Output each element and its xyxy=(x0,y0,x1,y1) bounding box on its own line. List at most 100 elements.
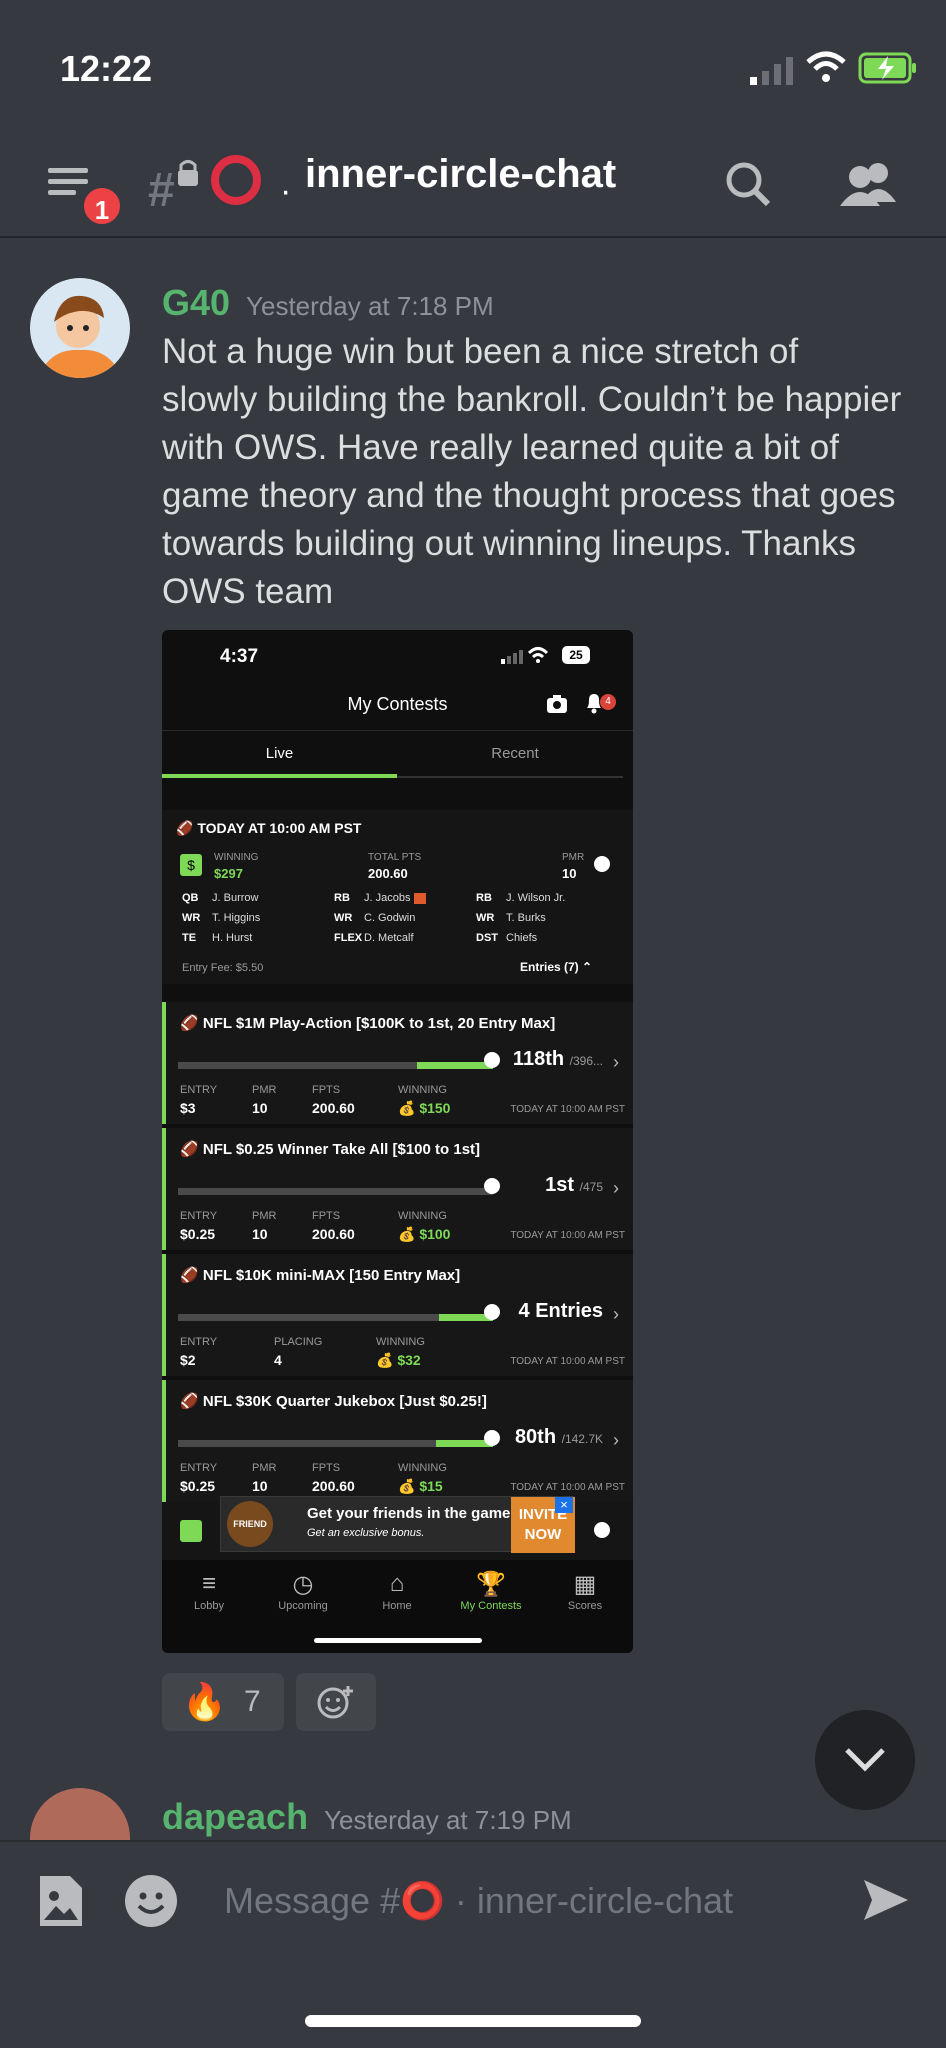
pmr-value: 10 xyxy=(562,866,577,881)
avatar[interactable] xyxy=(30,1788,130,1840)
lobby-icon: ≡ xyxy=(201,1570,216,1597)
roster-slot: WR T. Burks xyxy=(476,912,546,924)
stat-label: WINNING xyxy=(398,1210,447,1222)
contest-card[interactable]: 🏈 NFL $30K Quarter Jukebox [Just $0.25!]… xyxy=(162,1380,633,1502)
image-attachment[interactable]: 4:37 25 My Contests 4 Live Recent 🏈 TODA… xyxy=(162,630,633,1653)
channel-title[interactable]: inner-circle-chat xyxy=(305,152,616,197)
ad-headline: Get your friends in the game. xyxy=(307,1505,515,1522)
nav-my-contests[interactable]: 🏆 My Contests xyxy=(444,1570,538,1612)
roster-slot: FLEX D. Metcalf xyxy=(334,932,414,944)
dot-separator: · xyxy=(280,172,292,210)
nav-home[interactable]: ⌂ Home xyxy=(350,1570,444,1612)
status-time: 12:22 xyxy=(60,48,153,89)
members-icon[interactable] xyxy=(838,158,902,214)
tab-recent[interactable]: Recent xyxy=(397,745,633,762)
ad-banner[interactable]: FRIEND Get your friends in the game. Get… xyxy=(220,1496,575,1553)
status-bar: 12:22 xyxy=(0,0,946,140)
nav-upcoming[interactable]: ◷ Upcoming xyxy=(256,1570,350,1612)
fire-emoji: 🔥 xyxy=(182,1681,227,1722)
contest-name: 🏈 NFL $1M Play-Action [$100K to 1st, 20 … xyxy=(180,1015,556,1032)
attachment-time: 4:37 xyxy=(220,646,259,667)
chevron-right-icon[interactable]: › xyxy=(613,1304,619,1325)
home-icon: ⌂ xyxy=(389,1570,405,1597)
stat-label: ENTRY xyxy=(180,1462,218,1474)
tab-indicator xyxy=(162,774,397,778)
reaction-fire[interactable]: 🔥 7 xyxy=(162,1673,284,1731)
progress-knob xyxy=(484,1304,500,1320)
ad-close-icon[interactable]: × xyxy=(555,1497,573,1513)
stat-value: 4 xyxy=(274,1352,282,1368)
injury-tag-icon xyxy=(413,892,426,904)
svg-text:#: # xyxy=(148,164,175,217)
divider xyxy=(162,730,633,731)
stat-value: 💰 $100 xyxy=(398,1226,451,1242)
message-header: G40 Yesterday at 7:18 PM xyxy=(162,282,494,324)
stat-label: ENTRY xyxy=(180,1210,218,1222)
timestamp: Yesterday at 7:18 PM xyxy=(246,291,494,321)
football-icon: 🏈 xyxy=(180,1267,199,1284)
pmr-label: PMR xyxy=(562,852,585,863)
image-attach-icon[interactable] xyxy=(36,1872,86,1930)
nav-lobby[interactable]: ≡ Lobby xyxy=(162,1570,256,1612)
stat-label: FPTS xyxy=(312,1210,341,1222)
username[interactable]: dapeach xyxy=(162,1796,308,1837)
jump-to-present-button[interactable] xyxy=(815,1710,915,1810)
chevron-right-icon[interactable]: › xyxy=(613,1178,619,1199)
stat-label: WINNING xyxy=(398,1462,447,1474)
pmr-clock-icon xyxy=(594,856,610,872)
chevron-up-icon: ⌃ xyxy=(582,960,593,974)
roster-slot: RB J. Wilson Jr. xyxy=(476,892,566,904)
roster-slot: QB J. Burrow xyxy=(182,892,259,904)
stat-label: PMR xyxy=(252,1210,277,1222)
slate-time-row: 🏈 TODAY AT 10:00 AM PST xyxy=(176,820,362,837)
stat-value: 200.60 xyxy=(312,1100,355,1116)
progress-knob xyxy=(484,1178,500,1194)
contest-placing: 1st /475 xyxy=(545,1174,603,1196)
stat-value: $2 xyxy=(180,1352,196,1368)
money-bag-icon: 💰 xyxy=(376,1352,394,1368)
chevron-right-icon[interactable]: › xyxy=(613,1052,619,1073)
nav-scores[interactable]: ▦ Scores xyxy=(538,1570,632,1612)
bottom-nav: ≡ Lobby ◷ Upcoming ⌂ Home 🏆 My Contests ▦ Sco… xyxy=(162,1560,633,1653)
contest-name: 🏈 NFL $30K Quarter Jukebox [Just $0.25!] xyxy=(180,1393,487,1410)
home-indicator xyxy=(314,1638,482,1643)
entries-toggle[interactable]: Entries (7) ⌃ xyxy=(520,960,592,974)
contest-time: TODAY AT 10:00 AM PST xyxy=(510,1104,625,1115)
contest-card[interactable]: 🏈 NFL $0.25 Winner Take All [$100 to 1st… xyxy=(162,1128,633,1250)
progress-knob xyxy=(484,1430,500,1446)
avatar[interactable] xyxy=(30,278,130,378)
slate-time: TODAY AT 10:00 AM PST xyxy=(197,820,362,836)
progress-knob xyxy=(484,1052,500,1068)
message-input[interactable]: Message #⭕ · inner-circle-chat xyxy=(224,1880,733,1922)
notification-badge: 4 xyxy=(600,694,616,710)
entry-fee: Entry Fee: $5.50 xyxy=(182,962,264,974)
scores-icon: ▦ xyxy=(573,1571,597,1598)
roster-slot: WR C. Godwin xyxy=(334,912,416,924)
tab-live[interactable]: Live xyxy=(162,745,397,762)
stat-label: WINNING xyxy=(376,1336,425,1348)
total-pts-value: 200.60 xyxy=(368,866,408,881)
roster-slot: DST Chiefs xyxy=(476,932,538,944)
emoji-icon[interactable] xyxy=(124,1874,178,1928)
circle-icon xyxy=(211,155,261,205)
roster-slot: TE H. Hurst xyxy=(182,932,253,944)
username[interactable]: G40 xyxy=(162,282,230,323)
wifi-icon xyxy=(528,647,548,663)
slate-card[interactable]: 🏈 TODAY AT 10:00 AM PST $ WINNING $297 T… xyxy=(162,810,633,984)
message-header: dapeach Yesterday at 7:19 PM xyxy=(162,1796,572,1838)
roster-slot: RB J. Jacobs xyxy=(334,892,426,904)
stat-label: FPTS xyxy=(312,1462,341,1474)
progress-track xyxy=(178,1440,493,1447)
stat-value: 💰 $15 xyxy=(398,1478,443,1494)
search-icon[interactable] xyxy=(722,156,774,216)
signal-icon xyxy=(501,650,523,664)
add-reaction-button[interactable] xyxy=(296,1673,376,1731)
send-icon[interactable] xyxy=(862,1878,910,1922)
stat-value: 200.60 xyxy=(312,1226,355,1242)
contest-card[interactable]: 🏈 NFL $10K mini-MAX [150 Entry Max] 4 Ent… xyxy=(162,1254,633,1376)
chevron-right-icon[interactable]: › xyxy=(613,1430,619,1451)
contest-card[interactable]: 🏈 NFL $1M Play-Action [$100K to 1st, 20 … xyxy=(162,1002,633,1124)
stat-label: WINNING xyxy=(398,1084,447,1096)
menu-button[interactable]: 1 xyxy=(40,162,124,228)
reaction-count: 7 xyxy=(244,1685,261,1718)
